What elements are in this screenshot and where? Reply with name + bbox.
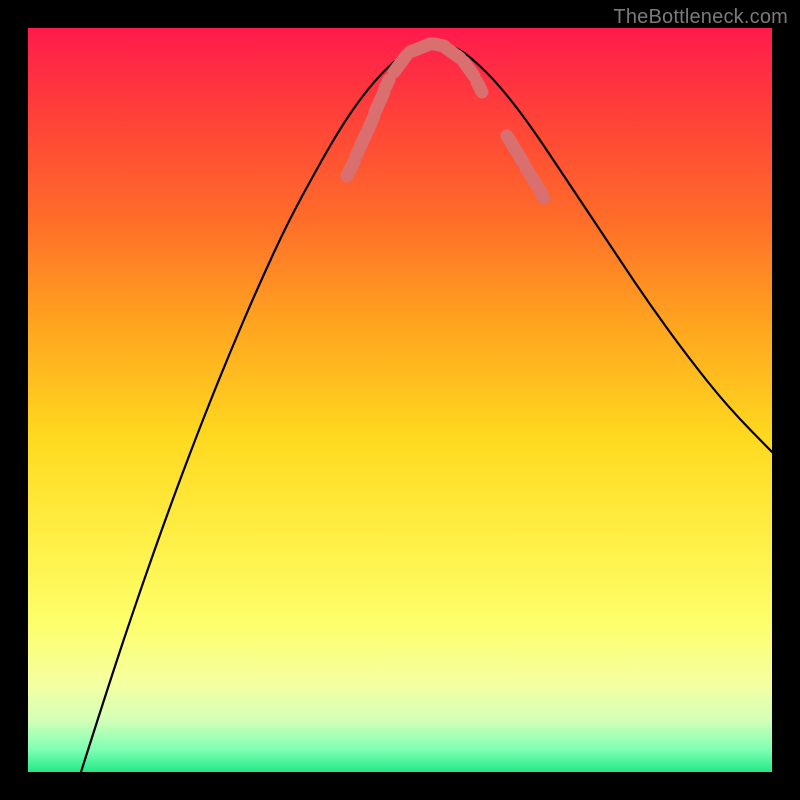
highlight-segment xyxy=(347,162,354,176)
curve-layer xyxy=(81,43,772,772)
highlight-segment xyxy=(375,92,384,112)
highlight-markers xyxy=(347,44,544,198)
highlight-segment xyxy=(464,62,474,76)
chart-svg xyxy=(28,28,772,772)
chart-frame: TheBottleneck.com xyxy=(0,0,800,800)
highlight-segment xyxy=(507,136,523,162)
highlight-segment xyxy=(385,80,389,88)
highlight-segment xyxy=(526,168,536,184)
watermark-text: TheBottleneck.com xyxy=(613,6,788,29)
highlight-segment xyxy=(410,44,430,52)
highlight-segment xyxy=(540,190,544,198)
highlight-segment xyxy=(356,134,366,156)
bottleneck-curve xyxy=(81,43,772,772)
highlight-segment xyxy=(394,56,406,72)
highlight-segment xyxy=(477,82,482,92)
highlight-segment xyxy=(446,48,460,58)
chart-plot-area xyxy=(28,28,772,772)
